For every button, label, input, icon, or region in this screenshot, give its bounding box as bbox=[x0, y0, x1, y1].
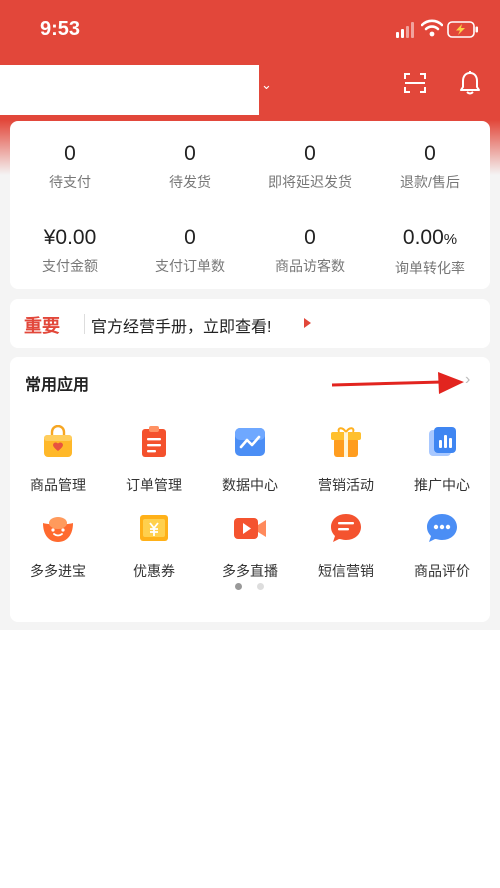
stat-label: 支付金额 bbox=[42, 258, 98, 274]
notice-banner[interactable]: 重要 官方经营手册，立即查看! bbox=[10, 299, 490, 348]
app-label: 营销活动 bbox=[318, 477, 374, 493]
app-product-reviews[interactable]: 商品评价 bbox=[394, 511, 490, 580]
app-coupons[interactable]: 优惠券 bbox=[106, 511, 202, 580]
chevron-down-icon[interactable]: ⌄ bbox=[261, 77, 272, 93]
stat-order-count[interactable]: 0 支付订单数 bbox=[130, 225, 250, 275]
app-sms-marketing[interactable]: 短信营销 bbox=[298, 511, 394, 580]
app-label: 商品评价 bbox=[414, 563, 470, 579]
play-arrow-icon bbox=[304, 318, 311, 328]
stat-pending-payment[interactable]: 0 待支付 bbox=[10, 141, 130, 191]
app-label: 多多进宝 bbox=[30, 563, 86, 579]
coupon-icon bbox=[140, 515, 168, 541]
shopping-bag-icon bbox=[44, 424, 72, 457]
stat-value: 0 bbox=[304, 226, 316, 249]
app-label: 多多直播 bbox=[222, 563, 278, 579]
notice-divider bbox=[84, 314, 85, 334]
app-label: 数据中心 bbox=[222, 477, 278, 493]
page-indicator-dot-active[interactable] bbox=[235, 583, 242, 590]
clipboard-icon bbox=[142, 426, 166, 457]
comment-icon bbox=[427, 514, 457, 542]
notice-tag: 重要 bbox=[24, 316, 60, 336]
stat-label: 退款/售后 bbox=[400, 174, 460, 190]
ingot-icon bbox=[43, 517, 73, 542]
app-promotion-center[interactable]: 推广中心 bbox=[394, 425, 490, 494]
common-apps-card: 常用应用 › 商品管理 订单管理 数据中心 营销活动 推广中心 多多进宝 优惠券… bbox=[10, 357, 490, 622]
app-label: 订单管理 bbox=[126, 477, 182, 493]
message-icon bbox=[331, 514, 361, 542]
app-marketing-activities[interactable]: 营销活动 bbox=[298, 425, 394, 494]
stat-value: ¥0.00 bbox=[43, 226, 97, 249]
video-icon bbox=[234, 518, 266, 539]
chevron-right-icon[interactable]: › bbox=[465, 371, 470, 389]
stat-value: 0 bbox=[304, 142, 316, 165]
app-label: 短信营销 bbox=[318, 563, 374, 579]
status-bar: 9:53 bbox=[0, 0, 500, 60]
stat-visitors[interactable]: 0 商品访客数 bbox=[250, 225, 370, 275]
stat-label: 支付订单数 bbox=[155, 258, 225, 274]
scan-icon[interactable] bbox=[403, 71, 427, 95]
app-label: 优惠券 bbox=[133, 563, 175, 579]
stat-value: 0 bbox=[184, 226, 196, 249]
stat-value-number: 0.00 bbox=[402, 226, 444, 249]
page-indicator-dot[interactable] bbox=[257, 583, 264, 590]
gift-icon bbox=[331, 427, 361, 457]
app-product-management[interactable]: 商品管理 bbox=[10, 424, 106, 494]
battery-charging-icon bbox=[447, 21, 478, 38]
app-data-center[interactable]: 数据中心 bbox=[202, 425, 298, 494]
app-label: 商品管理 bbox=[30, 477, 86, 493]
stat-refunds[interactable]: 0 退款/售后 bbox=[370, 141, 490, 191]
stat-delayed-shipment[interactable]: 0 即将延迟发货 bbox=[250, 141, 370, 191]
app-duoduo-jinbao[interactable]: 多多进宝 bbox=[10, 511, 106, 580]
notice-text: 官方经营手册，立即查看! bbox=[91, 319, 272, 336]
apps-title: 常用应用 bbox=[25, 377, 90, 394]
store-stats-card: 0 待支付 0 待发货 0 即将延迟发货 0 退款/售后 ¥0.00 支付金额 … bbox=[10, 121, 490, 289]
bell-icon[interactable] bbox=[458, 70, 482, 96]
status-time: 9:53 bbox=[40, 18, 81, 40]
app-duoduo-live[interactable]: 多多直播 bbox=[202, 511, 298, 580]
stat-value: 0 bbox=[184, 142, 196, 165]
red-arrow-annotation bbox=[331, 372, 464, 394]
stat-label: 待支付 bbox=[49, 174, 91, 190]
stat-value: 0 bbox=[424, 142, 436, 165]
stat-value-unit: % bbox=[443, 231, 458, 248]
stat-label: 即将延迟发货 bbox=[268, 174, 352, 190]
cellular-signal-icon bbox=[396, 22, 416, 38]
stat-pending-shipment[interactable]: 0 待发货 bbox=[130, 141, 250, 191]
app-order-management[interactable]: 订单管理 bbox=[106, 425, 202, 494]
stat-label: 待发货 bbox=[169, 174, 211, 190]
app-label: 推广中心 bbox=[414, 477, 470, 493]
stat-label: 询单转化率 bbox=[395, 260, 465, 276]
wifi-icon bbox=[421, 19, 443, 37]
shop-selector[interactable] bbox=[0, 65, 259, 115]
stat-label: 商品访客数 bbox=[275, 258, 345, 274]
stat-value: 0.00% bbox=[370, 225, 490, 253]
stat-value: 0 bbox=[64, 142, 76, 165]
bar-chart-icon bbox=[429, 427, 456, 456]
chart-line-icon bbox=[235, 428, 265, 456]
stat-payment-amount[interactable]: ¥0.00 支付金额 bbox=[10, 225, 130, 275]
stat-conversion-rate[interactable]: 0.00% 询单转化率 bbox=[370, 225, 490, 277]
